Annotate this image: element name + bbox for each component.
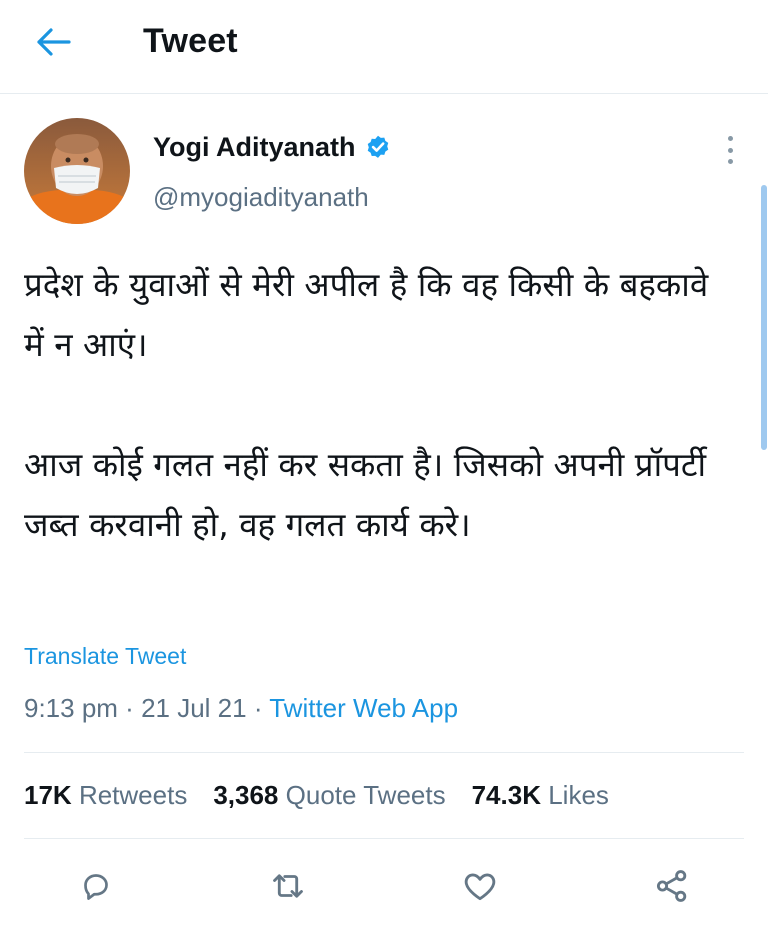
translate-tweet-link[interactable]: Translate Tweet [24,643,186,670]
more-vertical-icon [727,136,733,141]
scrollbar[interactable] [761,185,767,450]
tweet-text: प्रदेश के युवाओं से मेरी अपील है कि वह क… [24,255,734,555]
reply-button[interactable] [72,862,120,910]
divider [24,752,744,753]
share-button[interactable] [648,862,696,910]
page-title: Tweet [143,22,238,60]
tweet-timestamp: 9:13 pm · 21 Jul 21 · Twitter Web App [24,693,459,723]
likes-stat[interactable]: 74.3K Likes [472,780,609,811]
tweet-action-bar [0,862,768,912]
tweet-time[interactable]: 9:13 pm [24,693,118,723]
top-app-bar: Tweet [0,0,768,94]
tweet-paragraph: प्रदेश के युवाओं से मेरी अपील है कि वह क… [24,265,709,364]
quote-tweets-stat[interactable]: 3,368 Quote Tweets [213,780,445,811]
like-button[interactable] [456,862,504,910]
more-options-button[interactable] [718,132,742,168]
heart-icon [464,873,496,901]
retweet-button[interactable] [264,862,312,910]
retweets-stat[interactable]: 17K Retweets [24,780,187,811]
tweet-paragraph: आज कोई गलत नहीं कर सकता है। जिसको अपनी प… [24,445,707,544]
back-button[interactable] [30,20,78,64]
reply-icon [84,874,108,900]
tweet-source-link[interactable]: Twitter Web App [269,693,458,723]
verified-badge-icon [367,135,388,158]
divider [24,838,744,839]
profile-photo [24,118,130,224]
share-icon [656,870,687,902]
arrow-left-icon [37,28,71,56]
retweet-icon [273,874,303,898]
tweet-stats: 17K Retweets 3,368 Quote Tweets 74.3K Li… [24,780,609,811]
author-name-text: Yogi Adityanath [153,132,356,162]
author-name[interactable]: Yogi Adityanath [153,132,392,163]
avatar[interactable] [24,118,130,224]
author-handle[interactable]: @myogiadityanath [153,182,369,213]
tweet-date[interactable]: 21 Jul 21 [141,693,247,723]
